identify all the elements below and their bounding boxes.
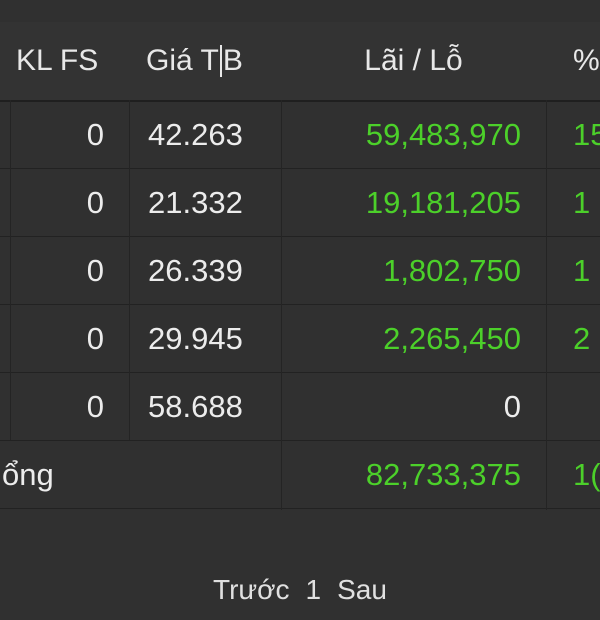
cell-gia-tb: 29.945 bbox=[148, 321, 243, 356]
cell-pct: 1 bbox=[573, 253, 591, 288]
cell-pct: 1 bbox=[573, 185, 591, 220]
table-row[interactable]: 0 58.688 0 bbox=[0, 374, 600, 441]
column-divider bbox=[10, 100, 11, 440]
table-row[interactable]: 0 21.332 19,181,205 1 bbox=[0, 170, 600, 237]
column-divider bbox=[129, 100, 130, 440]
cell-pct: 15 bbox=[573, 117, 600, 152]
cell-gia-tb: 42.263 bbox=[148, 117, 243, 152]
cell-lai-lo: 2,265,450 bbox=[383, 321, 521, 356]
current-page[interactable]: 1 bbox=[306, 574, 322, 606]
text-cursor bbox=[219, 45, 222, 77]
cell-lai-lo: 59,483,970 bbox=[365, 117, 521, 152]
cell-gia-tb: 21.332 bbox=[148, 185, 243, 220]
next-page-link[interactable]: Sau bbox=[337, 574, 387, 606]
total-label: ổng bbox=[2, 457, 54, 492]
cell-kl-fs: 0 bbox=[86, 185, 104, 220]
cell-gia-tb: 58.688 bbox=[148, 389, 243, 424]
pagination: Trước 1 Sau bbox=[0, 560, 600, 620]
total-lai-lo: 82,733,375 bbox=[365, 457, 521, 492]
column-divider bbox=[281, 100, 282, 510]
cell-lai-lo: 19,181,205 bbox=[365, 185, 521, 220]
header-gia-tb[interactable]: Giá TB bbox=[130, 22, 280, 100]
table-row[interactable]: 0 26.339 1,802,750 1 bbox=[0, 238, 600, 305]
cell-kl-fs: 0 bbox=[86, 253, 104, 288]
cell-pct bbox=[547, 374, 600, 440]
cell-kl-fs: 0 bbox=[86, 117, 104, 152]
header-lai-lo[interactable]: Lãi / Lỗ bbox=[282, 22, 545, 100]
table-header: KL FS Giá TB Lãi / Lỗ % bbox=[0, 22, 600, 102]
cell-kl-fs: 0 bbox=[86, 389, 104, 424]
table-total-row: ổng 82,733,375 1( bbox=[0, 442, 600, 509]
total-pct: 1( bbox=[573, 457, 600, 492]
cell-kl-fs: 0 bbox=[86, 321, 104, 356]
cell-gia-tb: 26.339 bbox=[148, 253, 243, 288]
prev-page-link[interactable]: Trước bbox=[213, 574, 290, 606]
cell-lai-lo: 1,802,750 bbox=[383, 253, 521, 288]
table-row[interactable]: 0 29.945 2,265,450 2 bbox=[0, 306, 600, 373]
cell-pct: 2 bbox=[573, 321, 591, 356]
header-kl-fs[interactable]: KL FS bbox=[0, 22, 128, 100]
column-divider bbox=[546, 100, 547, 510]
table-row[interactable]: 0 42.263 59,483,970 15 bbox=[0, 102, 600, 169]
header-pct[interactable]: % bbox=[547, 22, 600, 100]
cell-lai-lo: 0 bbox=[503, 389, 521, 424]
